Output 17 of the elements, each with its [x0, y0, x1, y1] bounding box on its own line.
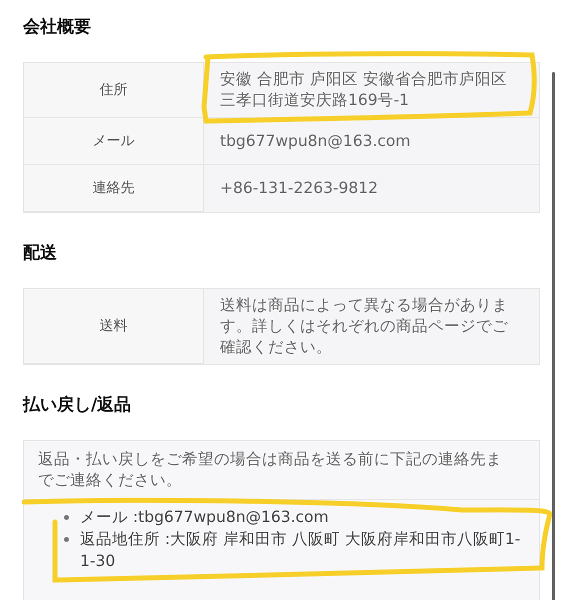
section-heading: 配送: [23, 242, 58, 265]
section-heading: 会社概要: [23, 16, 92, 39]
list-item-text: 返品地住所 :大阪府 岸和田市 八阪町 大阪府岸和田市八阪町1-1-30: [80, 529, 522, 572]
cell-text: tbg677wpu8n@163.com: [220, 130, 410, 152]
section-heading: 払い戻し/返品: [23, 394, 132, 417]
table-cell: 連絡先: [24, 165, 204, 212]
notice-text: 返品・払い戻しをご希望の場合は商品を送る前に下記の連絡先までご連絡ください。: [24, 441, 539, 500]
cell-text: 送料は商品によって異なる場合があります。詳しくはそれぞれの商品ページでご確認ください。: [220, 295, 509, 358]
list-item-text: メール :tbg677wpu8n@163.com: [80, 507, 329, 528]
bullet-icon: [64, 537, 69, 542]
table-cell: 送料: [24, 289, 204, 364]
bullet-icon: [64, 515, 69, 520]
table-cell: 住所: [24, 63, 204, 118]
cell-text: +86-131-2263-9812: [220, 178, 378, 199]
scrollbar[interactable]: [552, 72, 555, 600]
table-cell: メール: [24, 118, 204, 165]
cell-text: 安徽 合肥市 庐阳区 安徽省合肥市庐阳区三孝口街道安庆路169号-1: [220, 69, 519, 111]
